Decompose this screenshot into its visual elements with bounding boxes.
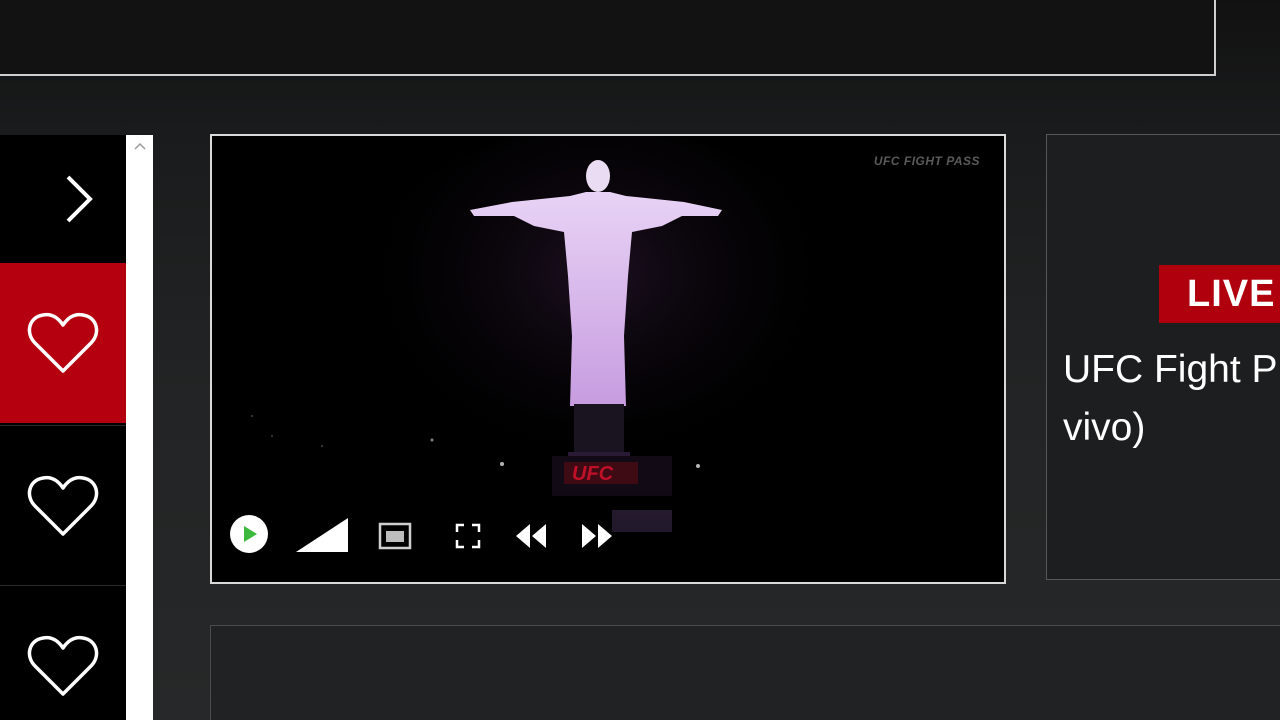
top-bar — [0, 0, 1216, 76]
chevron-up-icon — [133, 142, 146, 150]
player-controls — [212, 482, 1004, 582]
heart-icon — [27, 312, 99, 373]
fullscreen-button[interactable] — [454, 522, 482, 550]
app-window: UFC UFC FIGHT PASS LIVE UFC Fight P vivo… — [0, 0, 1280, 720]
scrollbar[interactable] — [126, 135, 153, 720]
favorite-button-active[interactable] — [0, 263, 126, 423]
picture-in-picture-button[interactable] — [378, 522, 412, 550]
rewind-icon — [516, 524, 546, 548]
live-badge: LIVE — [1159, 265, 1280, 323]
left-rail — [0, 135, 126, 720]
watermark: UFC FIGHT PASS — [873, 154, 980, 168]
heart-icon — [27, 475, 99, 536]
favorite-button[interactable] — [0, 425, 126, 586]
play-icon — [230, 515, 268, 553]
content-card[interactable] — [210, 625, 1280, 720]
next-button[interactable] — [0, 135, 126, 263]
volume-icon — [296, 518, 348, 552]
video-player[interactable]: UFC UFC FIGHT PASS — [210, 134, 1006, 584]
event-title[interactable]: UFC Fight P vivo) — [1063, 341, 1280, 457]
event-title-line1: UFC Fight P — [1063, 348, 1278, 391]
play-button[interactable] — [229, 514, 269, 554]
fullscreen-icon — [455, 523, 481, 549]
volume-slider[interactable] — [294, 516, 350, 554]
heart-icon — [27, 635, 99, 696]
picture-in-picture-icon — [378, 522, 412, 550]
event-card[interactable]: LIVE UFC Fight P vivo) — [1046, 134, 1280, 580]
favorite-button[interactable] — [0, 585, 126, 720]
fast-forward-button[interactable] — [580, 520, 614, 552]
fast-forward-icon — [582, 524, 612, 548]
rewind-button[interactable] — [514, 520, 548, 552]
scroll-up-button[interactable] — [126, 135, 153, 157]
chevron-right-icon — [66, 175, 93, 223]
event-title-line2: vivo) — [1063, 406, 1146, 449]
